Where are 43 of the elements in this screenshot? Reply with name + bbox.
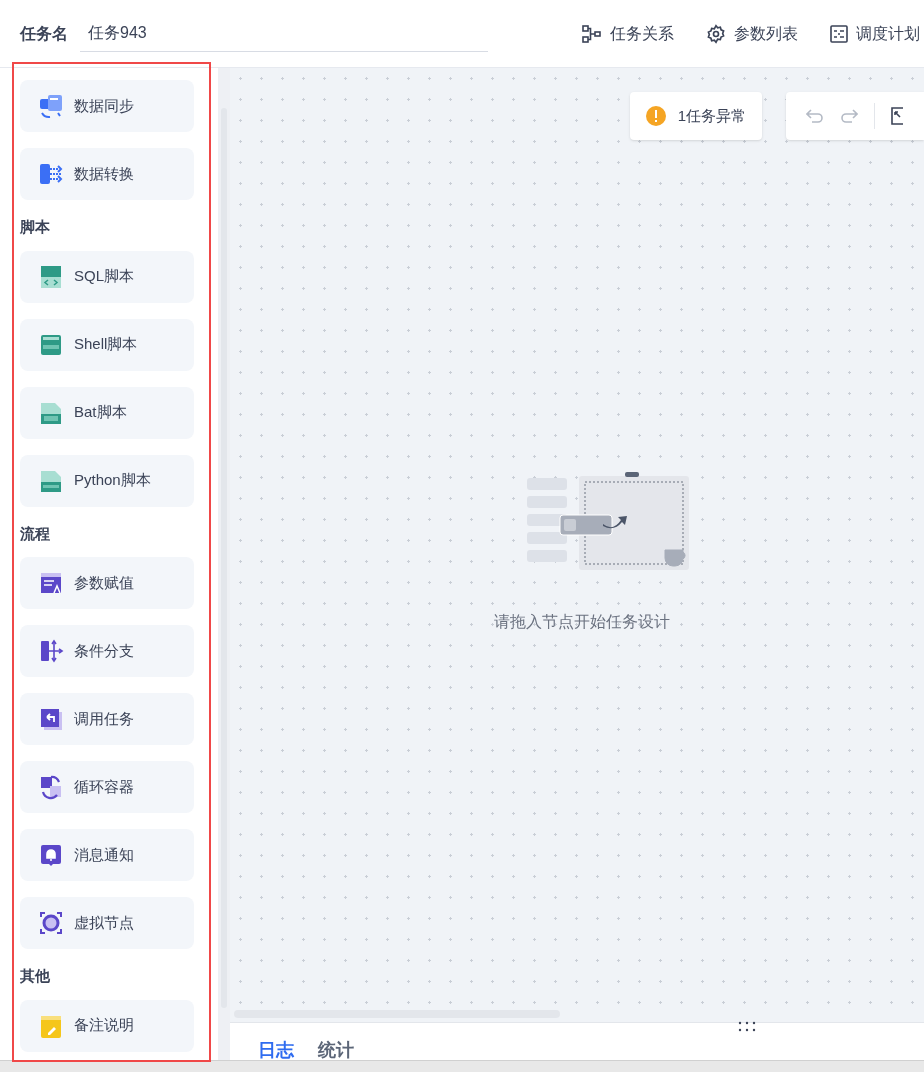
task-name-label: 任务名 xyxy=(20,23,68,44)
toolbar-button[interactable]: 任务关系 xyxy=(582,21,674,46)
tab[interactable]: 日志 xyxy=(258,1040,294,1060)
node-item[interactable]: 消息通知 xyxy=(20,829,194,881)
monitor-icon xyxy=(38,93,64,119)
tab[interactable]: 统计 xyxy=(318,1040,354,1060)
node-item[interactable]: 参数赋值 xyxy=(20,557,194,609)
undo-icon[interactable] xyxy=(806,108,824,124)
warning-icon xyxy=(645,106,666,126)
list-icon xyxy=(830,24,848,43)
redo-icon[interactable] xyxy=(840,108,858,124)
node-item[interactable]: 调用任务 xyxy=(20,693,194,745)
section-heading: 流程 xyxy=(20,523,51,544)
node-item[interactable]: Shell脚本 xyxy=(20,318,194,371)
node-item[interactable]: 数据转换 xyxy=(20,148,194,200)
loop-icon xyxy=(38,774,64,800)
node-item[interactable]: 备注说明 xyxy=(20,999,194,1052)
toolbar-button[interactable]: 调度计划 xyxy=(830,21,920,46)
call-icon xyxy=(38,706,64,732)
node-item[interactable]: SQL脚本 xyxy=(20,250,194,303)
alert-card[interactable]: 1任务异常 xyxy=(629,92,762,140)
parameter-icon xyxy=(38,570,64,596)
node-item[interactable]: 循环容器 xyxy=(20,761,194,813)
fit-view-icon[interactable] xyxy=(891,107,903,125)
drag-handle-icon[interactable] xyxy=(738,1021,756,1033)
scrollbar[interactable] xyxy=(218,68,230,1060)
sql-file-icon xyxy=(38,263,64,290)
section-heading: 脚本 xyxy=(20,217,51,237)
section-heading: 其他 xyxy=(20,966,51,986)
task-name-field[interactable]: 任务943 xyxy=(80,15,488,52)
bell-icon xyxy=(38,842,64,868)
node-item[interactable]: 数据同步 xyxy=(20,80,194,132)
settings-icon xyxy=(706,23,726,44)
node-item[interactable]: 虚拟节点 xyxy=(20,897,194,949)
node-item[interactable]: Bat脚本 xyxy=(20,386,194,439)
target-icon xyxy=(38,910,64,936)
node-item[interactable]: 条件分支 xyxy=(20,625,194,677)
transform-icon xyxy=(38,161,64,187)
toolbar-button[interactable]: 参数列表 xyxy=(706,21,798,46)
branch-icon xyxy=(38,638,64,664)
relation-icon xyxy=(582,24,602,43)
node-item[interactable]: Python脚本 xyxy=(20,454,194,507)
empty-state-text: 请拖入节点开始任务设计 xyxy=(494,612,670,632)
